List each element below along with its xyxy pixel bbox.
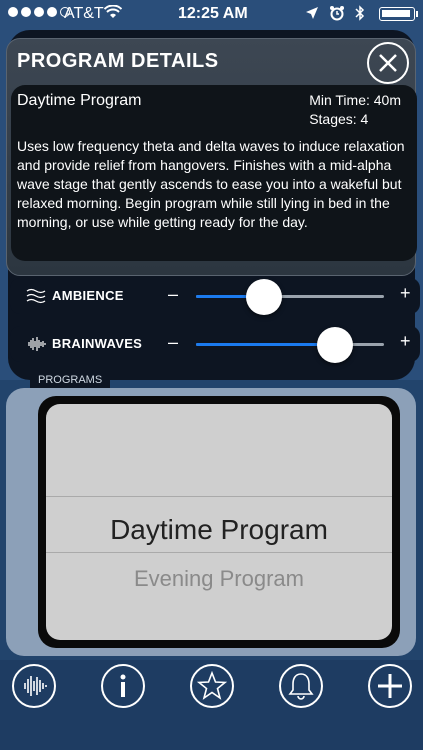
info-icon	[120, 674, 126, 697]
status-bar: AT&T 12:25 AM	[0, 0, 423, 28]
ambience-decrease-button[interactable]: –	[168, 284, 178, 305]
brainwaves-slider-knob[interactable]	[317, 327, 353, 363]
programs-section-label: PROGRAMS	[30, 372, 111, 388]
alarm-button[interactable]	[279, 664, 323, 708]
clock: 12:25 AM	[178, 5, 248, 22]
wifi-icon	[104, 5, 122, 18]
picker-divider	[46, 552, 392, 553]
plus-icon	[378, 674, 402, 698]
picker-divider	[46, 496, 392, 497]
close-button[interactable]	[367, 42, 409, 84]
brainwaves-slider[interactable]	[196, 327, 384, 363]
modal-body: Daytime Program Min Time: 40m Stages: 4 …	[11, 85, 417, 261]
brainwave-button[interactable]	[12, 664, 56, 708]
program-details-modal: PROGRAM DETAILS Daytime Program Min Time…	[6, 38, 417, 276]
program-picker[interactable]: Daytime Program Evening Program	[46, 404, 392, 640]
bell-icon	[288, 673, 314, 700]
location-icon	[306, 7, 318, 19]
soundwave-icon	[24, 676, 47, 696]
favorites-button[interactable]	[190, 664, 234, 708]
ambience-slider[interactable]	[196, 279, 384, 315]
brainwaves-label: BRAINWAVES	[52, 336, 143, 351]
program-picker-frame: Daytime Program Evening Program	[38, 396, 400, 648]
signal-strength-icon	[8, 7, 70, 17]
min-time: Min Time: 40m	[309, 92, 401, 108]
program-name: Daytime Program	[17, 92, 142, 109]
bluetooth-icon	[355, 5, 365, 21]
programs-panel: Daytime Program Evening Program	[6, 388, 416, 656]
bottom-toolbar	[0, 660, 423, 750]
waves-icon	[26, 288, 46, 304]
brainwaves-increase-button[interactable]: +	[400, 331, 411, 352]
close-icon	[379, 54, 397, 72]
ambience-label: AMBIENCE	[52, 288, 124, 303]
battery-icon	[379, 7, 418, 21]
modal-title: PROGRAM DETAILS	[17, 50, 219, 72]
picker-next-item[interactable]: Evening Program	[46, 566, 392, 592]
carrier-label: AT&T	[64, 5, 104, 22]
program-description: Uses low frequency theta and delta waves…	[17, 138, 405, 230]
picker-selected-item[interactable]: Daytime Program	[46, 514, 392, 546]
program-meta: Min Time: 40m Stages: 4	[309, 91, 401, 129]
info-button[interactable]	[101, 664, 145, 708]
brainwaves-decrease-button[interactable]: –	[168, 332, 178, 353]
brainwaves-slider-fill	[196, 343, 335, 346]
ambience-slider-row: AMBIENCE – +	[10, 278, 420, 315]
star-icon	[197, 671, 227, 700]
ambience-increase-button[interactable]: +	[400, 283, 411, 304]
ambience-slider-knob[interactable]	[246, 279, 282, 315]
alarm-icon	[330, 6, 344, 21]
brainwaves-slider-row: BRAINWAVES – +	[10, 326, 420, 363]
stages-count: Stages: 4	[309, 111, 369, 127]
soundwave-icon	[28, 337, 46, 351]
add-button[interactable]	[368, 664, 412, 708]
